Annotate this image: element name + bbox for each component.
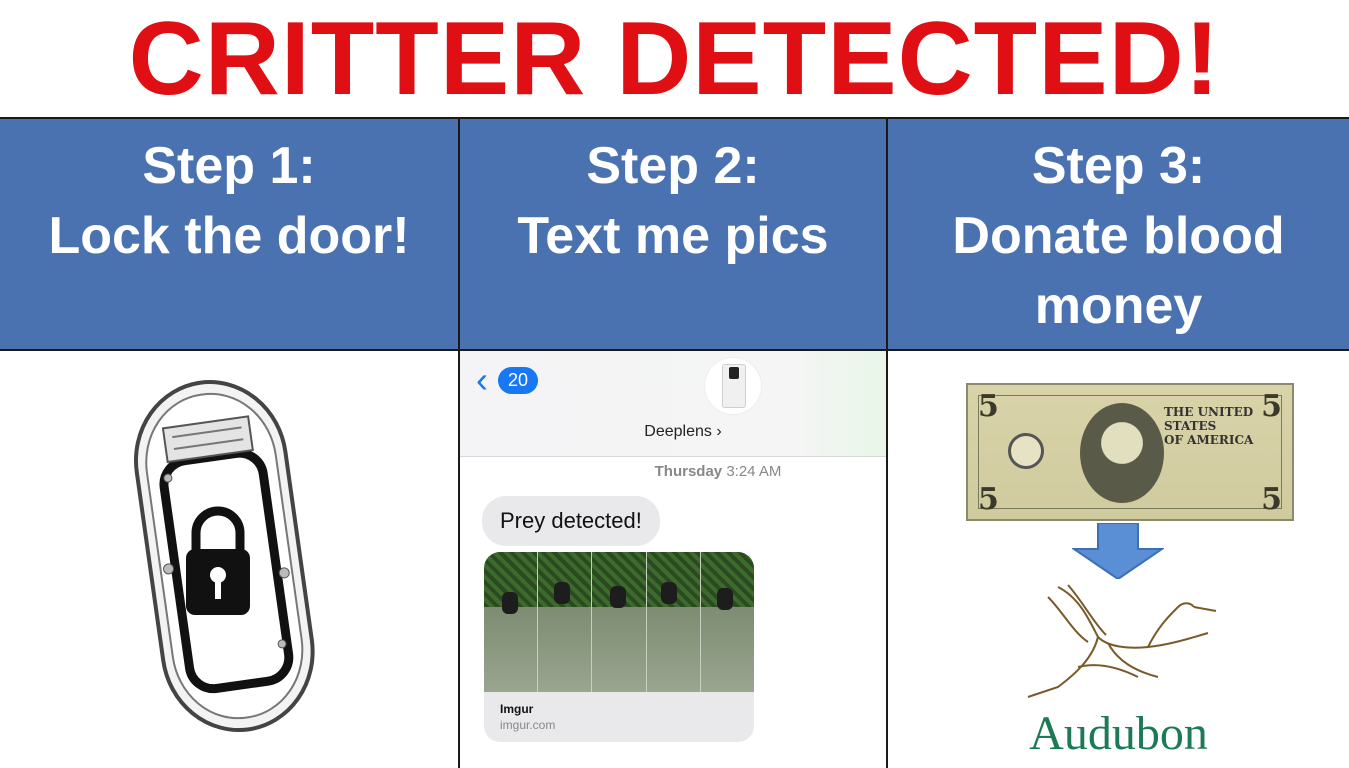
arrow-down-icon (1072, 523, 1164, 579)
five-dollar-bill-icon: 5 5 5 5 THE UNITED STATES OF AMERICA (966, 383, 1294, 521)
step3-image: 5 5 5 5 THE UNITED STATES OF AMERICA Audu (888, 351, 1349, 768)
timestamp-time: 3:24 AM (726, 463, 782, 480)
media-domain: imgur.com (500, 718, 556, 732)
chevron-left-icon[interactable]: ‹ (476, 362, 488, 398)
step2-text: Text me pics (517, 207, 829, 265)
media-title: Imgur (500, 702, 534, 716)
step3-label: Step 3: (1031, 137, 1206, 195)
step3-text-line1: Donate blood (952, 207, 1285, 265)
step1-image (0, 351, 460, 768)
audubon-logo-text: Audubon (1029, 707, 1208, 760)
step1-label: Step 1: (142, 137, 316, 195)
step1-header: Step 1: Lock the door! (0, 119, 460, 351)
step2-image: ‹ 20 Deeplens › Thursday 3:24 AM Prey de… (460, 351, 888, 768)
avatar[interactable] (704, 357, 762, 415)
media-image (484, 552, 754, 692)
page-title: CRITTER DETECTED! (128, 0, 1221, 117)
media-footer: Imgur imgur.com (484, 692, 754, 742)
step1-text: Lock the door! (48, 207, 410, 265)
camera-device-icon (722, 364, 746, 408)
chevron-right-icon: › (716, 423, 722, 440)
step2-label: Step 2: (586, 137, 760, 195)
egret-logo-icon (1027, 584, 1217, 698)
unread-badge[interactable]: 20 (498, 367, 539, 394)
step3-text-line2: money (1034, 277, 1203, 335)
step2-header: Step 2: Text me pics (460, 119, 888, 351)
step3-header: Step 3: Donate blood money (888, 119, 1349, 351)
pet-door-icon (133, 380, 315, 733)
timestamp-day: Thursday (654, 463, 723, 480)
message-header: ‹ 20 Deeplens › (460, 351, 886, 457)
media-preview[interactable]: Imgur imgur.com (484, 552, 754, 742)
steps-grid: Step 1: Lock the door! Step 2: Text me p… (0, 117, 1349, 768)
contact-name-row[interactable]: Deeplens › (460, 423, 886, 441)
message-bubble: Prey detected! (482, 496, 660, 546)
message-timestamp: Thursday 3:24 AM (460, 463, 886, 480)
contact-name: Deeplens (644, 423, 712, 440)
